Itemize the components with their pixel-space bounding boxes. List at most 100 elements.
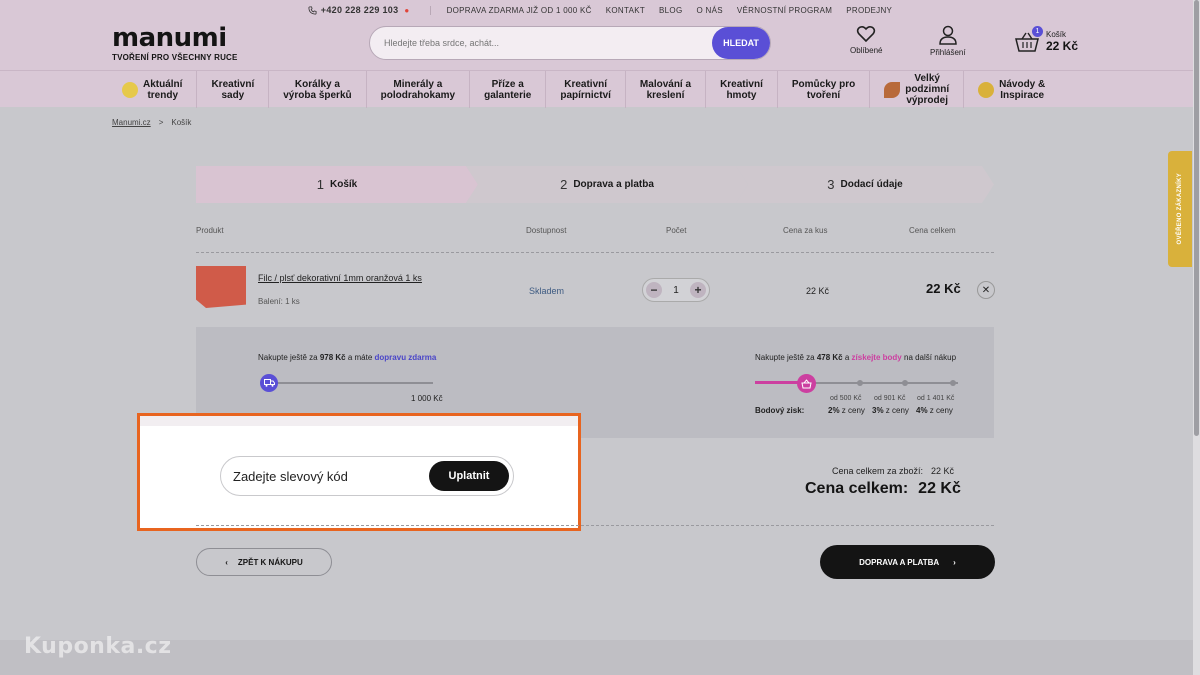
top-link-blog[interactable]: BLOG xyxy=(659,6,682,15)
quantity-value[interactable]: 1 xyxy=(673,285,679,296)
unit-price: 22 Kč xyxy=(806,286,830,296)
nav-item-minerals[interactable]: Minerály a polodrahokamy xyxy=(367,71,471,108)
breadcrumb: Manumi.cz > Košík xyxy=(112,118,191,127)
nav-item-creative-sets[interactable]: Kreativní sady xyxy=(197,71,270,108)
star-icon xyxy=(122,81,138,98)
summary-divider xyxy=(196,525,994,526)
top-link-free-shipping[interactable]: DOPRAVA ZDARMA JIŽ OD 1 000 KČ xyxy=(447,6,592,15)
minus-icon[interactable]: − xyxy=(646,282,662,298)
step-shipping[interactable]: 2 Doprava a platba xyxy=(466,166,748,203)
nav-item-stationery[interactable]: Kreativní papírnictví xyxy=(546,71,626,108)
phone-contact[interactable]: +420 228 229 103 ● xyxy=(308,5,410,15)
bulb-icon xyxy=(978,81,995,98)
nav-item-label: Aktuální trendy xyxy=(143,78,183,101)
step-cart[interactable]: 1 Košík xyxy=(196,166,478,203)
nav-item-label: Kreativní papírnictví xyxy=(560,78,611,101)
scrollbar[interactable] xyxy=(1193,0,1200,675)
points-post: na další nákup xyxy=(901,353,957,362)
points-link[interactable]: získejte body xyxy=(852,353,902,362)
nav-item-beads[interactable]: Korálky a výroba šperků xyxy=(269,71,367,108)
back-button-label: ZPĚT K NÁKUPU xyxy=(237,557,303,567)
logo[interactable]: manumi TVOŘENÍ PRO VŠECHNY RUCE xyxy=(112,24,238,62)
free-shipping-goal: 1 000 Kč xyxy=(411,394,443,403)
points-tick xyxy=(857,380,863,386)
apply-coupon-button[interactable]: Uplatnit xyxy=(429,461,509,491)
nav-item-label: Příze a galanterie xyxy=(484,78,532,101)
availability-status: Skladem xyxy=(529,286,565,296)
nav-item-label: Korálky a výroba šperků xyxy=(283,78,352,101)
grand-total: Cena celkem: 22 Kč xyxy=(805,480,961,498)
free-shipping-text: Nakupte ještě za 978 Kč a máte dopravu z… xyxy=(258,353,436,362)
tier-pct-value: 3% xyxy=(872,406,884,415)
table-divider xyxy=(196,252,994,253)
product-pack: Balení: 1 ks xyxy=(258,297,300,306)
login-link[interactable]: Přihlášení xyxy=(930,24,966,57)
cart-text: Košík 22 Kč xyxy=(1046,30,1078,53)
top-links: DOPRAVA ZDARMA JIŽ OD 1 000 KČ KONTAKT B… xyxy=(429,5,893,15)
continue-shipping-button[interactable]: DOPRAVA A PLATBA › xyxy=(820,545,995,579)
login-label: Přihlášení xyxy=(930,48,966,57)
phone-icon xyxy=(308,5,317,15)
coupon-form: Uplatnit xyxy=(220,456,514,496)
product-image[interactable] xyxy=(196,266,246,308)
nav-item-guides[interactable]: Návody & Inspirace xyxy=(964,71,1059,108)
header-total-price: Cena celkem xyxy=(909,226,956,235)
top-link-stores[interactable]: PRODEJNY xyxy=(846,6,892,15)
scrollbar-thumb[interactable] xyxy=(1194,0,1199,436)
breadcrumb-home[interactable]: Manumi.cz xyxy=(112,118,151,127)
nav-item-painting[interactable]: Malování a kreslení xyxy=(626,71,707,108)
heart-icon xyxy=(857,25,876,43)
points-amount: 478 Kč xyxy=(816,353,843,362)
step-label: Doprava a platba xyxy=(573,179,654,190)
product-name[interactable]: Filc / plsť dekorativní 1mm oranžová 1 k… xyxy=(258,273,428,284)
back-to-shopping-button[interactable]: ‹ ZPĚT K NÁKUPU xyxy=(196,548,332,576)
tier-pct: 2% z ceny xyxy=(828,406,865,415)
nav-item-tools[interactable]: Pomůcky pro tvoření xyxy=(778,71,871,108)
nav-item-clay[interactable]: Kreativní hmoty xyxy=(706,71,778,108)
top-bar: +420 228 229 103 ● DOPRAVA ZDARMA JIŽ OD… xyxy=(0,0,1200,20)
goods-total-label: Cena celkem za zboží: xyxy=(832,466,924,476)
step-delivery[interactable]: 3 Dodací údaje xyxy=(736,166,994,203)
quantity-stepper: − 1 + xyxy=(642,278,710,302)
points-text: Nakupte ještě za 478 Kč a získejte body … xyxy=(755,353,956,362)
chevron-left-icon: ‹ xyxy=(225,557,228,567)
main-nav: Aktuální trendy Kreativní sady Korálky a… xyxy=(0,70,1200,108)
online-dot-icon: ● xyxy=(404,5,410,15)
top-link-loyalty[interactable]: VĚRNOSTNÍ PROGRAM xyxy=(737,6,832,15)
top-link-about[interactable]: O NÁS xyxy=(696,6,722,15)
search-input[interactable] xyxy=(370,38,712,48)
cart-link[interactable]: 1 Košík 22 Kč xyxy=(1014,26,1078,53)
header: manumi TVOŘENÍ PRO VŠECHNY RUCE HLEDAT O… xyxy=(0,20,1200,70)
free-shipping-link[interactable]: dopravu zdarma xyxy=(375,353,437,362)
header-availability: Dostupnost xyxy=(526,226,567,235)
top-link-contact[interactable]: KONTAKT xyxy=(606,6,645,15)
step-label: Košík xyxy=(330,179,358,190)
favorites-label: Oblíbené xyxy=(850,46,883,55)
nav-item-label: Velký podzimní výprodej xyxy=(905,73,950,106)
checkout-steps: 1 Košík 2 Doprava a platba 3 Dodací údaj… xyxy=(196,166,994,203)
gift-basket-icon xyxy=(797,374,816,393)
nav-item-label: Minerály a polodrahokamy xyxy=(380,78,456,101)
step-number: 1 xyxy=(316,177,324,192)
user-icon xyxy=(939,25,957,45)
phone-number: +420 228 229 103 xyxy=(320,5,399,15)
plus-icon[interactable]: + xyxy=(690,282,706,298)
search-bar: HLEDAT xyxy=(369,26,771,60)
remove-item-button[interactable]: ✕ xyxy=(977,281,995,299)
search-button[interactable]: HLEDAT xyxy=(712,27,770,59)
verified-badge[interactable]: OVĚŘENO ZÁKAZNÍKY xyxy=(1168,151,1192,267)
footer-band xyxy=(0,640,1200,675)
next-button-label: DOPRAVA A PLATBA xyxy=(859,557,940,567)
nav-item-sale[interactable]: Velký podzimní výprodej xyxy=(870,71,965,108)
chevron-right-icon: › xyxy=(953,557,956,567)
points-label: Bodový zisk: xyxy=(755,406,805,415)
tier-pct-value: 2% xyxy=(828,406,840,415)
nav-item-yarn[interactable]: Příze a galanterie xyxy=(470,71,547,108)
cart-count-badge: 1 xyxy=(1032,26,1043,37)
header-unit-price: Cena za kus xyxy=(783,226,828,235)
coupon-input[interactable] xyxy=(233,468,413,484)
favorites-link[interactable]: Oblíbené xyxy=(850,24,882,55)
nav-item-label: Malování a kreslení xyxy=(639,78,692,101)
nav-item-trends[interactable]: Aktuální trendy xyxy=(108,71,198,108)
watermark: Kuponka.cz xyxy=(24,634,172,659)
